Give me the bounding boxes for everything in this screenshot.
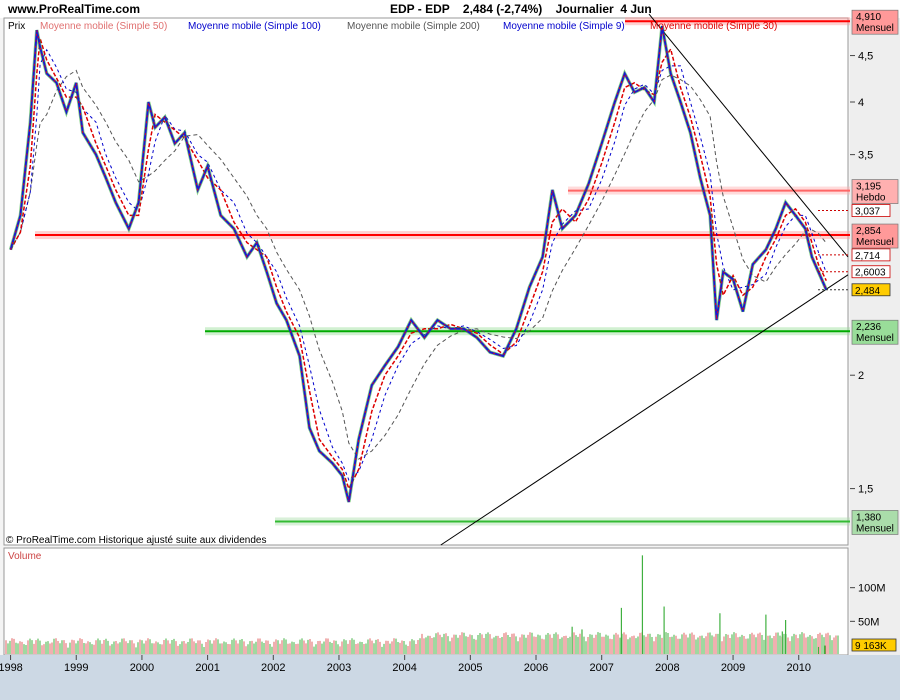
level-tag: 1,380Mensuel [851, 510, 899, 535]
x-tick-label: 2001 [195, 662, 219, 674]
level-tag: 4,910Mensuel [851, 9, 899, 35]
y-tick-label: 2 [858, 370, 864, 382]
x-tick-label: 1998 [0, 662, 23, 674]
legend-entry: Moyenne mobile (Simple 100) [188, 21, 321, 32]
level-tag: 3,195Hebdo [851, 179, 899, 204]
legend-entry: Moyenne mobile (Simple 30) [650, 21, 777, 32]
legend-entry: Moyenne mobile (Simple 9) [503, 21, 625, 32]
x-tick-label: 1999 [64, 662, 88, 674]
x-tick-label: 2009 [721, 662, 745, 674]
x-tick-label: 2004 [392, 662, 416, 674]
axis-price-tag-value: 3,037 [855, 207, 880, 218]
x-tick-label: 2008 [655, 662, 679, 674]
axis-price-tag-value: 2,484 [855, 286, 880, 297]
x-tick-label: 2002 [261, 662, 285, 674]
volume-tick-label: 100M [858, 583, 886, 595]
x-tick-label: 2010 [786, 662, 810, 674]
x-tick-label: 2005 [458, 662, 482, 674]
axis-price-tag-value: 2,714 [855, 251, 880, 262]
x-tick-label: 2006 [524, 662, 548, 674]
x-tick-label: 2007 [589, 662, 613, 674]
level-timeframe: Hebdo [856, 193, 886, 204]
axis-price-tag-value: 2,6003 [855, 268, 886, 279]
level-tag: 2,236Mensuel [851, 319, 899, 345]
y-tick-label: 4 [858, 97, 864, 109]
level-tag: 2,854Mensuel [851, 223, 899, 249]
level-timeframe: Mensuel [856, 23, 894, 34]
volume-label: Volume [8, 551, 42, 562]
x-tick-label: 2000 [130, 662, 154, 674]
level-value: 4,910 [856, 12, 881, 23]
level-timeframe: Mensuel [856, 523, 894, 534]
volume-last-value: 9 163K [855, 641, 887, 652]
volume-last-tag: 9 163K [851, 638, 897, 652]
price-chart[interactable]: 1998 1999 2000 2001 2002 2003 2004 2005 2006 2007… [0, 0, 900, 700]
level-timeframe: Mensuel [856, 333, 894, 344]
level-value: 2,236 [856, 322, 881, 333]
volume-tick-label: 50M [858, 616, 879, 628]
legend-entry: Moyenne mobile (Simple 200) [347, 21, 480, 32]
y-tick-label: 1,5 [858, 484, 873, 496]
level-value: 1,380 [856, 512, 881, 523]
level-value: 3,195 [856, 182, 881, 193]
level-timeframe: Mensuel [856, 237, 894, 248]
footer-note: © ProRealTime.com Historique ajusté suit… [6, 535, 266, 546]
level-value: 2,854 [856, 226, 881, 237]
legend-entry: Moyenne mobile (Simple 50) [40, 21, 167, 32]
price-label: Prix [8, 21, 25, 32]
y-tick-label: 3,5 [858, 150, 873, 162]
x-tick-label: 2003 [327, 662, 351, 674]
y-tick-label: 4,5 [858, 51, 873, 63]
